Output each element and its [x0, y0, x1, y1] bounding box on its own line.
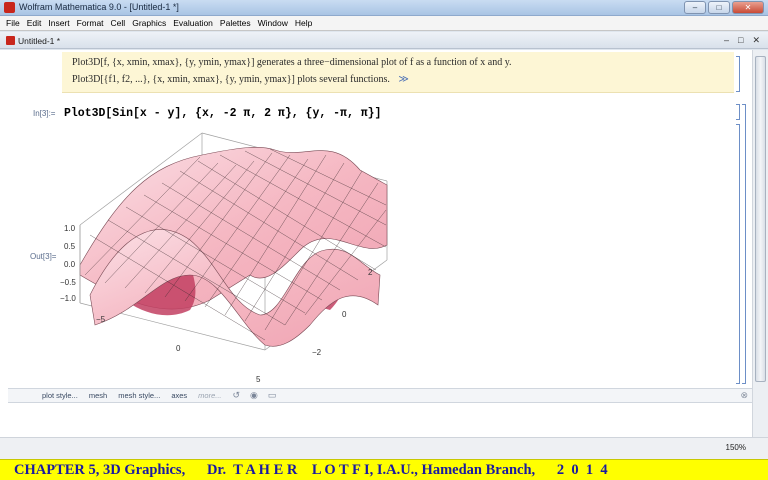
usage-line-2: Plot3D[{f1, f2, ...}, {x, xmin, xmax}, {…: [72, 74, 409, 85]
menu-evaluation[interactable]: Evaluation: [173, 18, 213, 28]
x-axis: −5 0 5: [96, 315, 261, 384]
y-tick-label: 0: [342, 310, 347, 319]
input-expression[interactable]: Plot3D[Sin[x - y], {x, -2 π, 2 π}, {y, -…: [64, 107, 381, 120]
menu-format[interactable]: Format: [77, 18, 104, 28]
close-button[interactable]: ✕: [732, 1, 764, 14]
menu-palettes[interactable]: Palettes: [220, 18, 251, 28]
menu-window[interactable]: Window: [258, 18, 288, 28]
chapter-banner: CHAPTER 5, 3D Graphics, Dr. T A H E R L …: [0, 459, 768, 480]
menu-insert[interactable]: Insert: [48, 18, 69, 28]
y-tick-label: −2: [312, 348, 322, 357]
mesh-style-suggestion[interactable]: mesh style...: [118, 391, 160, 400]
usage-line-1: Plot3D[f, {x, xmin, xmax}, {y, ymin, yma…: [72, 57, 512, 68]
plot-style-suggestion[interactable]: plot style...: [42, 391, 78, 400]
comment-icon[interactable]: ▭: [268, 390, 277, 401]
more-info-link[interactable]: ≫: [398, 74, 408, 85]
z-axis: 1.0 0.5 0.0 −0.5 −1.0: [60, 224, 76, 303]
x-tick-label: 0: [176, 344, 181, 353]
output-cell-bracket[interactable]: [736, 124, 740, 384]
output-label: Out[3]=: [30, 252, 57, 261]
minimize-button[interactable]: –: [684, 1, 706, 14]
zoom-level[interactable]: 150%: [726, 443, 746, 452]
doc-restore-button[interactable]: □: [738, 35, 743, 46]
group-cell-bracket[interactable]: [742, 104, 746, 384]
suggestions-bar: plot style... mesh mesh style... axes mo…: [8, 388, 752, 403]
plot3d-output[interactable]: 1.0 0.5 0.0 −0.5 −1.0 −5 0 5 2 0 −2: [60, 125, 400, 390]
close-suggestions-icon[interactable]: ⊗: [740, 390, 748, 401]
z-tick-label: −0.5: [60, 278, 76, 287]
document-tab-bar: Untitled-1 * – □ ✕: [0, 32, 768, 49]
y-tick-label: 2: [368, 268, 373, 277]
menu-edit[interactable]: Edit: [27, 18, 42, 28]
usage-message: Plot3D[f, {x, xmin, xmax}, {y, ymin, yma…: [62, 52, 734, 93]
input-label: In[3]:=: [33, 109, 56, 118]
z-tick-label: 0.0: [64, 260, 76, 269]
menu-cell[interactable]: Cell: [111, 18, 126, 28]
menu-graphics[interactable]: Graphics: [132, 18, 166, 28]
scrollbar-thumb[interactable]: [755, 56, 766, 382]
options-icon[interactable]: ◉: [250, 390, 258, 401]
maximize-button[interactable]: □: [708, 1, 730, 14]
x-tick-label: −5: [96, 315, 106, 324]
usage-line-2-text: Plot3D[{f1, f2, ...}, {x, xmin, xmax}, {…: [72, 74, 390, 85]
menu-file[interactable]: File: [6, 18, 20, 28]
z-tick-label: −1.0: [60, 294, 76, 303]
vertical-scrollbar[interactable]: [752, 50, 768, 438]
undo-icon[interactable]: ↺: [233, 390, 241, 401]
x-tick-label: 5: [256, 375, 261, 384]
window-titlebar: Wolfram Mathematica 9.0 - [Untitled-1 *]…: [0, 0, 768, 16]
axes-suggestion[interactable]: axes: [171, 391, 187, 400]
document-title[interactable]: Untitled-1 *: [18, 36, 60, 46]
doc-minimize-button[interactable]: –: [724, 35, 729, 46]
menu-bar: File Edit Insert Format Cell Graphics Ev…: [0, 16, 768, 31]
z-tick-label: 0.5: [64, 242, 76, 251]
window-title: Wolfram Mathematica 9.0 - [Untitled-1 *]: [19, 2, 179, 12]
chapter-banner-text: CHAPTER 5, 3D Graphics, Dr. T A H E R L …: [14, 462, 608, 478]
status-bar: 150%: [0, 437, 768, 459]
input-cell-bracket[interactable]: [736, 104, 740, 120]
more-suggestion[interactable]: more...: [198, 391, 221, 400]
usage-cell-bracket[interactable]: [736, 56, 740, 92]
mathematica-app-icon: [4, 2, 15, 13]
notebook-icon: [6, 36, 15, 45]
menu-help[interactable]: Help: [295, 18, 312, 28]
doc-close-button[interactable]: ✕: [752, 35, 760, 46]
z-tick-label: 1.0: [64, 224, 76, 233]
mesh-suggestion[interactable]: mesh: [89, 391, 107, 400]
